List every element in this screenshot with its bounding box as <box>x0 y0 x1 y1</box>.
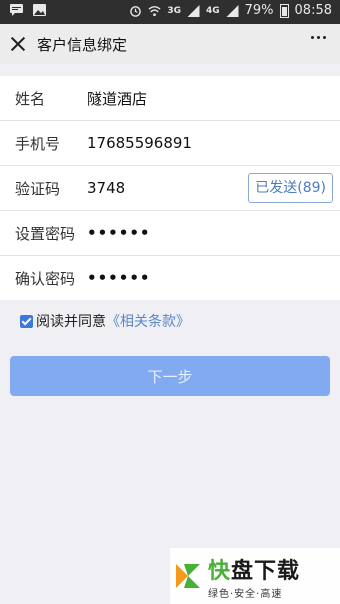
watermark-main-a: 快 <box>208 558 232 584</box>
form-row-name: 姓名 隧道酒店 <box>0 76 340 121</box>
send-code-button[interactable]: 已发送(89) <box>248 173 333 203</box>
agree-text: 阅读并同意 <box>36 314 106 330</box>
password-label: 设置密码 <box>15 224 76 243</box>
battery-icon <box>279 3 289 18</box>
more-icon[interactable] <box>311 36 326 39</box>
name-field[interactable]: 隧道酒店 <box>87 88 147 109</box>
network-type-2: 4G <box>205 5 220 16</box>
watermark: 快盘下载 绿色·安全·高速 <box>170 548 340 604</box>
binding-form: 姓名 隧道酒店 手机号 17685596891 验证码 3748 已发送(89)… <box>0 76 340 300</box>
watermark-main-b: 盘下载 <box>231 558 301 584</box>
confirm-password-label: 确认密码 <box>15 269 76 288</box>
alarm-icon <box>130 5 142 17</box>
phone-field[interactable]: 17685596891 <box>87 134 192 152</box>
name-label: 姓名 <box>15 89 46 108</box>
page-title: 客户信息绑定 <box>37 35 128 54</box>
next-button[interactable]: 下一步 <box>10 356 330 396</box>
agreement: 阅读并同意 《相关条款》 <box>20 311 190 331</box>
message-icon <box>10 4 23 16</box>
wifi-icon <box>148 5 161 16</box>
battery-percent: 79% <box>244 3 274 18</box>
code-label: 验证码 <box>15 179 61 198</box>
form-row-code: 验证码 3748 已发送(89) <box>0 166 340 211</box>
terms-link[interactable]: 《相关条款》 <box>106 311 190 331</box>
phone-label: 手机号 <box>15 134 61 153</box>
form-row-confirm-password: 确认密码 •••••• <box>0 256 340 300</box>
form-row-password: 设置密码 •••••• <box>0 211 340 256</box>
title-bar: 客户信息绑定 <box>0 24 340 64</box>
signal-icon-2 <box>226 4 239 17</box>
form-row-phone: 手机号 17685596891 <box>0 121 340 166</box>
code-field[interactable]: 3748 <box>87 179 125 197</box>
clock: 08:58 <box>294 3 332 18</box>
agree-checkbox[interactable] <box>20 314 33 328</box>
network-type: 3G <box>167 5 181 16</box>
status-bar: 3G 4G 79% 08:58 <box>0 0 340 24</box>
confirm-password-field[interactable]: •••••• <box>87 269 151 287</box>
password-field[interactable]: •••••• <box>87 224 151 242</box>
image-icon <box>33 4 46 16</box>
close-icon[interactable] <box>11 37 25 51</box>
watermark-sub: 绿色·安全·高速 <box>208 588 283 600</box>
signal-icon <box>187 4 200 17</box>
logo-icon <box>176 564 200 588</box>
